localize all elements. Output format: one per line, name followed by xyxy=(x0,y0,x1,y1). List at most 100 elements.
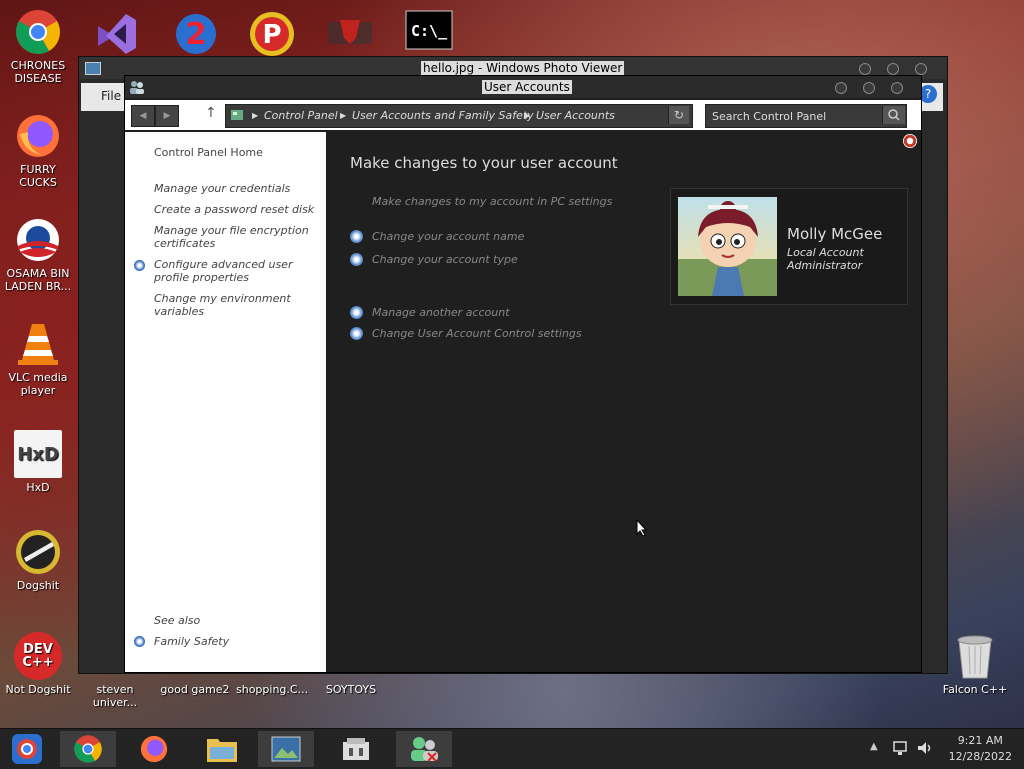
taskbar-store[interactable] xyxy=(328,731,384,767)
shield-icon xyxy=(134,260,145,271)
desktop-icon-falcon[interactable]: Falcon C++ xyxy=(940,632,1010,696)
breadcrumb-separator: ▶ xyxy=(340,111,347,120)
desktop-icon-label: Dogshit xyxy=(16,579,60,592)
back-button[interactable]: ◀ xyxy=(131,105,155,127)
taskbar-photo-viewer[interactable] xyxy=(258,731,314,767)
desktop-icon-goodgame2[interactable]: good game2 xyxy=(160,683,230,696)
desktop-icon-obama[interactable]: OSAMA BIN LADEN BR... xyxy=(3,216,73,293)
sidebar: Control Panel Home Manage your credentia… xyxy=(125,132,326,672)
desktop-icon-hxd[interactable]: HxD HxD xyxy=(3,430,73,494)
breadcrumb-user-accounts[interactable]: User Accounts xyxy=(536,109,615,122)
sidebar-family-safety[interactable]: Family Safety xyxy=(154,635,319,648)
system-clock[interactable]: 9:21 AM 12/28/2022 xyxy=(949,733,1012,765)
volume-icon[interactable] xyxy=(916,739,934,760)
p-app-icon[interactable]: P xyxy=(248,10,296,58)
game2-icon[interactable]: 2 xyxy=(172,10,220,58)
desktop-icon-chrome[interactable]: CHRONES DISEASE xyxy=(3,8,73,85)
command-prompt-icon[interactable]: C:\_ xyxy=(405,10,453,58)
desktop-icon-steven[interactable]: steven univer... xyxy=(80,683,150,709)
obama-logo-icon xyxy=(17,219,59,261)
desktop-icon-vlc[interactable]: VLC media player xyxy=(3,320,73,397)
taskbar-chrome[interactable] xyxy=(60,731,116,767)
minimize-button[interactable] xyxy=(835,82,847,94)
shield-icon xyxy=(350,306,363,319)
photo-viewer-title: hello.jpg - Windows Photo Viewer xyxy=(421,61,625,75)
maximize-button[interactable] xyxy=(863,82,875,94)
search-box[interactable] xyxy=(705,104,907,128)
desktop-icon-label: SOYTOYS xyxy=(325,683,377,696)
user-accounts-titlebar[interactable]: User Accounts xyxy=(125,76,921,98)
sidebar-password-reset-disk[interactable]: Create a password reset disk xyxy=(154,203,319,216)
taskbar-file-explorer[interactable] xyxy=(194,731,250,767)
account-name: Molly McGee xyxy=(787,225,883,243)
mouse-cursor-icon xyxy=(636,519,648,537)
account-card: Molly McGee Local Account Administrator xyxy=(670,188,908,305)
desktop-icon-label: CHRONES DISEASE xyxy=(10,59,66,85)
taskbar: ▲ 9:21 AM 12/28/2022 xyxy=(0,728,1024,769)
sidebar-advanced-profile[interactable]: Configure advanced user profile properti… xyxy=(154,258,319,284)
shield-icon xyxy=(350,230,363,243)
breadcrumb-family-safety[interactable]: User Accounts and Family Safety xyxy=(352,109,534,122)
sidebar-file-encryption[interactable]: Manage your file encryption certificates xyxy=(154,224,319,250)
chrome-icon xyxy=(16,10,60,54)
sidebar-manage-credentials[interactable]: Manage your credentials xyxy=(154,182,319,195)
taskbar-user-accounts[interactable] xyxy=(396,731,452,767)
main-content: Make changes to your user account Make c… xyxy=(327,132,921,672)
recycle-bin-icon xyxy=(957,635,993,679)
sidebar-environment-variables[interactable]: Change my environment variables xyxy=(154,292,319,318)
visual-studio-icon[interactable] xyxy=(92,10,140,58)
devcpp-glyph: DEV C++ xyxy=(22,642,54,670)
breadcrumb-control-panel[interactable]: Control Panel xyxy=(264,109,338,122)
desktop-icon-label: shopping.C... xyxy=(236,683,309,696)
users-icon xyxy=(129,80,145,94)
svg-text:2: 2 xyxy=(186,17,207,52)
network-icon[interactable] xyxy=(892,739,910,760)
maximize-button[interactable] xyxy=(887,63,899,75)
store-icon xyxy=(343,738,369,760)
desktop-icon-dogshit[interactable]: Dogshit xyxy=(3,528,73,592)
dogshit-icon xyxy=(16,530,60,574)
address-bar[interactable]: ▶ Control Panel ▶ User Accounts and Fami… xyxy=(225,104,693,128)
page-title: Make changes to your user account xyxy=(350,154,618,172)
minimize-button[interactable] xyxy=(859,63,871,75)
hxd-glyph: HxD xyxy=(17,443,59,465)
desktop-icon-shopping[interactable]: shopping.C... xyxy=(236,683,309,696)
desktop-icon-firefox[interactable]: FURRY CUCKS xyxy=(3,112,73,189)
task-change-account-type[interactable]: Change your account type xyxy=(372,253,518,266)
task-uac-settings[interactable]: Change User Account Control settings xyxy=(372,327,582,340)
account-type: Local Account xyxy=(787,246,864,259)
desktop-icon-label: HxD xyxy=(26,481,50,494)
task-change-account-name[interactable]: Change your account name xyxy=(372,230,524,243)
search-icon[interactable] xyxy=(882,106,905,124)
shield-app-icon[interactable] xyxy=(326,10,374,58)
desktop-icon-label: steven univer... xyxy=(92,683,138,709)
up-arrow-icon[interactable]: ↑ xyxy=(205,105,217,121)
shield-icon xyxy=(350,327,363,340)
desktop-icon-label: Not Dogshit xyxy=(5,683,71,696)
hxd-icon: HxD xyxy=(14,430,62,478)
sidebar-control-panel-home[interactable]: Control Panel Home xyxy=(154,146,319,159)
show-hidden-icons-icon[interactable]: ▲ xyxy=(870,741,878,752)
menu-file[interactable]: File xyxy=(101,89,121,103)
desktop-icon-label: Falcon C++ xyxy=(942,683,1008,696)
desktop-icon-soytoys[interactable]: SOYTOYS xyxy=(316,683,386,696)
folder-icon xyxy=(207,739,237,762)
start-button[interactable] xyxy=(0,731,54,767)
task-pc-settings[interactable]: Make changes to my account in PC setting… xyxy=(372,195,612,208)
forward-button[interactable]: ▶ xyxy=(155,105,179,127)
avatar[interactable] xyxy=(678,197,777,296)
search-input[interactable] xyxy=(710,107,880,125)
task-manage-another-account[interactable]: Manage another account xyxy=(372,306,510,319)
navigation-bar: ◀ ▶ ↑ ▶ Control Panel ▶ User Accounts an… xyxy=(125,100,921,130)
user-accounts-window[interactable]: User Accounts ◀ ▶ ↑ ▶ Control Panel ▶ Us… xyxy=(124,75,922,673)
desktop-icon-label: good game2 xyxy=(160,683,230,696)
chrome-icon xyxy=(74,735,102,763)
lifebuoy-help-icon[interactable] xyxy=(903,134,917,148)
desktop-icon-devcpp[interactable]: DEV C++ Not Dogshit xyxy=(3,632,73,696)
taskbar-firefox[interactable] xyxy=(126,731,182,767)
close-button[interactable] xyxy=(891,82,903,94)
refresh-icon[interactable]: ↻ xyxy=(668,106,689,124)
close-button[interactable] xyxy=(915,63,927,75)
shield-icon xyxy=(350,253,363,266)
clock-time: 9:21 AM xyxy=(957,734,1003,747)
